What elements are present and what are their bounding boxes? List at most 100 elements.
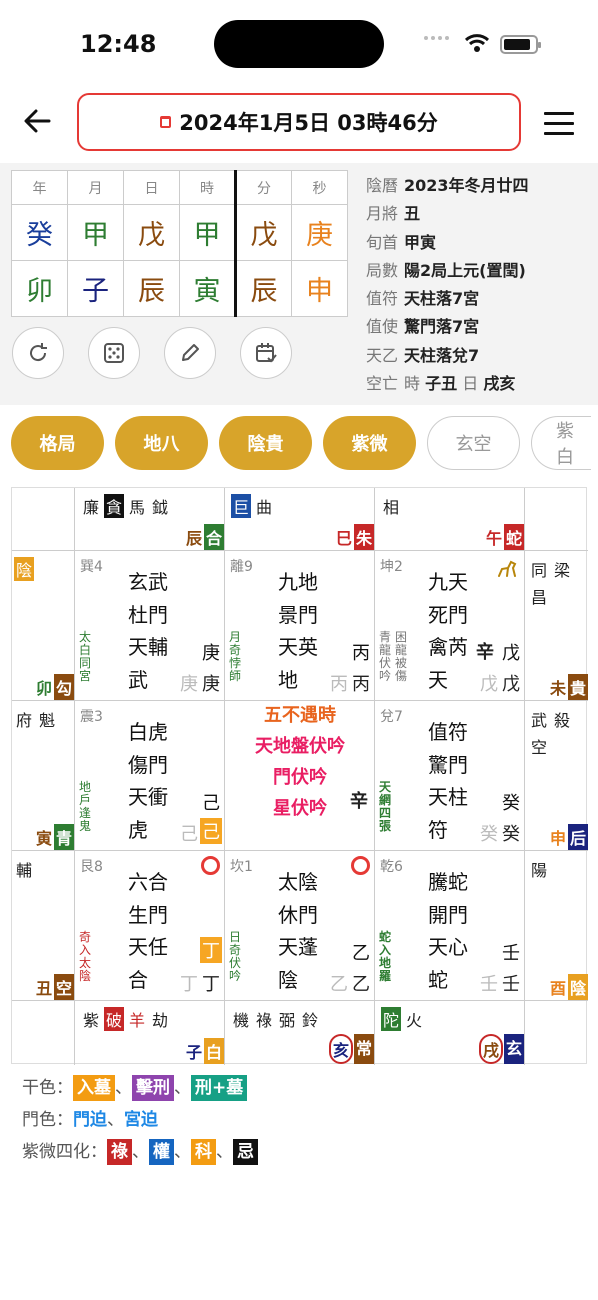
outer-top-0-stars-3: 鉞 [152, 498, 169, 517]
outer-right-2-branch-1: 陰 [567, 974, 588, 1000]
outer-cell-shen: 武殺空 申后 [525, 701, 588, 850]
kongwang-b: 日 [462, 374, 479, 394]
outer-bottom-2-branch-0: 戌 [478, 1034, 503, 1064]
battery-icon [500, 35, 541, 54]
palaces-5-r1: 丁 [200, 937, 222, 963]
pillar-header: 分 [235, 170, 292, 205]
tab-yingui[interactable]: 陰貴 [219, 416, 312, 470]
info-row: 值使 驚門落7宮 [366, 313, 529, 341]
palaces-6-lines-0: 太陰 [278, 870, 318, 894]
circle-marker-icon [351, 856, 370, 875]
legend-ziwei-2: 科 [191, 1139, 216, 1165]
palace-xun4[interactable]: 巽4 玄武 杜門 天輔武 太白同宮 庚 庚 庚 [75, 551, 224, 700]
palace-li9[interactable]: 離9 九地 景門 天英地 月奇悖師 丙 丙 丙 [225, 551, 374, 700]
tab-bar: 格局 地八 陰貴 紫微 玄空 紫白 [11, 416, 591, 470]
palaces-1-r2a: 丙 [330, 674, 348, 695]
legend-ziwei-0: 祿 [107, 1139, 132, 1165]
palace-qian6[interactable]: 乾6 騰蛇 開門 天心蛇 蛇入地羅 壬 壬 壬 [375, 851, 524, 1000]
date-picker-button[interactable]: 2024年1月5日 03時46分 [77, 93, 521, 151]
legend-sep: 、 [107, 1110, 124, 1130]
chart-info: 陰曆 2023年冬月廿四 月將丑 旬首 甲寅 局數 陽2局上元(置閏) 值符 天柱落7宮… [366, 172, 529, 398]
palaces-1-lines-2: 天英 [278, 635, 318, 659]
outer-left-0-branch-0: 卯 [35, 679, 52, 698]
outer-right-0-stars-2: 昌 [531, 588, 548, 607]
palaces-0-lines-0: 玄武 [128, 570, 168, 594]
palaces-7-r2a: 壬 [480, 974, 498, 995]
tab-xuankong[interactable]: 玄空 [427, 416, 520, 470]
legend-gan_label: 干色： [22, 1078, 73, 1098]
outer-left-0-branch-1: 勾 [53, 674, 74, 700]
palace-dui7[interactable]: 兌7 值符 驚門 天柱符 天網四張 癸 癸 癸 [375, 701, 524, 850]
outer-cell-wu: 相 午蛇 [375, 488, 524, 550]
center-stem: 辛 [350, 791, 368, 812]
outer-top-0-stars-0: 廉 [83, 498, 100, 517]
palaces-5-r2a: 丁 [180, 974, 198, 995]
palaces-4-r1: 癸 [502, 793, 520, 814]
palace-kan1[interactable]: 坎1 太陰 休門 天蓬陰 日奇伏吟 乙 乙 乙 [225, 851, 374, 1000]
outer-left-1-branch-0: 寅 [35, 829, 52, 848]
legend-men_label: 門色： [22, 1110, 73, 1130]
legend-sep: 、 [132, 1142, 149, 1162]
outer-left-0-star: 陰 [14, 557, 35, 581]
palaces-2-vert: 青龍伏吟 [379, 630, 392, 683]
date-label: 2024年1月5日 03時46分 [179, 111, 438, 135]
pillar-branch: 寅 [179, 260, 237, 317]
outer-cell-xu: 陀火 戌玄 [375, 1001, 524, 1064]
info-0-value: 2023年冬月廿四 [404, 176, 529, 195]
palaces-5-gn: 艮8 [80, 859, 103, 875]
palaces-7-vert: 蛇入地羅 [379, 930, 392, 983]
calendar-check-button[interactable] [240, 327, 292, 379]
random-button[interactable] [88, 327, 140, 379]
palace-gen8[interactable]: 艮8 六合 生門 天任合 奇入太陰 丁 丁 丁 [75, 851, 224, 1000]
palaces-0-r2a: 庚 [180, 674, 198, 695]
outer-right-1-branch-0: 申 [549, 829, 566, 848]
refresh-button[interactable] [12, 327, 64, 379]
legend-gan-2: 刑+墓 [191, 1075, 248, 1101]
pillar-branch: 申 [291, 260, 348, 317]
back-arrow-icon[interactable] [22, 106, 52, 136]
outer-bottom-0-stars-0: 紫 [83, 1011, 100, 1030]
tab-zibai[interactable]: 紫白 [531, 416, 591, 470]
outer-top-1-branch-0: 巳 [335, 529, 352, 548]
palaces-7-lines-3: 蛇 [428, 967, 448, 992]
outer-bottom-2-stars-1: 火 [406, 1011, 423, 1030]
tab-ziwei[interactable]: 紫微 [323, 416, 416, 470]
palaces-1-lines-1: 景門 [278, 602, 318, 627]
tab-diba[interactable]: 地八 [115, 416, 208, 470]
outer-bottom-0-branch-0: 子 [185, 1043, 202, 1062]
center-l1: 五不遇時 [264, 705, 336, 726]
palaces-7-lines-2: 天心 [428, 935, 468, 959]
wifi-icon [464, 34, 490, 52]
menu-icon[interactable] [544, 112, 574, 142]
outer-bottom-1-stars-2: 弼 [279, 1011, 296, 1030]
pillar-stem: 庚 [291, 204, 348, 261]
pillar-stem: 戊 [123, 204, 180, 261]
palaces-3-lines-3: 虎 [128, 817, 148, 842]
dice-icon [104, 343, 124, 363]
palaces-6-lines-2: 天蓬 [278, 935, 318, 959]
palaces-3-r2b: 己 [200, 818, 222, 844]
pillar-stem: 甲 [179, 204, 237, 261]
palaces-2-r2b: 戊 [502, 674, 520, 695]
outer-cell-wei: 同梁昌 未貴 [525, 551, 588, 700]
pencil-icon [182, 344, 199, 361]
outer-right-1-stars-1: 殺 [554, 711, 571, 730]
outer-right-0-branch-0: 未 [549, 679, 566, 698]
palaces-1-lines-3: 地 [278, 667, 298, 692]
edit-button[interactable] [164, 327, 216, 379]
palace-zhen3[interactable]: 震3 白虎 傷門 天衝虎 地戶逢鬼 己 己 己 [75, 701, 224, 850]
info-2-label: 旬首 [366, 232, 399, 252]
pillar-stem: 癸 [11, 204, 68, 261]
outer-right-0-stars-1: 梁 [554, 561, 571, 580]
outer-bottom-0-stars-1: 破 [104, 1007, 125, 1031]
legend-gan-row: 干色： 入墓、擊刑、刑+墓 [22, 1072, 258, 1104]
palaces-4-gn: 兌7 [380, 709, 403, 725]
calendar-icon [160, 116, 172, 128]
palace-kun2[interactable]: 坤2 九天 死門 禽芮天 青龍伏吟 困龍被傷 辛 戊 戊 戊 [375, 551, 524, 700]
info-5-value: 驚門落7宮 [404, 317, 480, 337]
palaces-3-gn: 震3 [80, 709, 103, 725]
tab-geju[interactable]: 格局 [11, 416, 104, 470]
palaces-2-r2a: 戊 [480, 674, 498, 695]
palaces-1-r1: 丙 [352, 643, 370, 664]
palaces-6-r2a: 乙 [330, 974, 348, 995]
